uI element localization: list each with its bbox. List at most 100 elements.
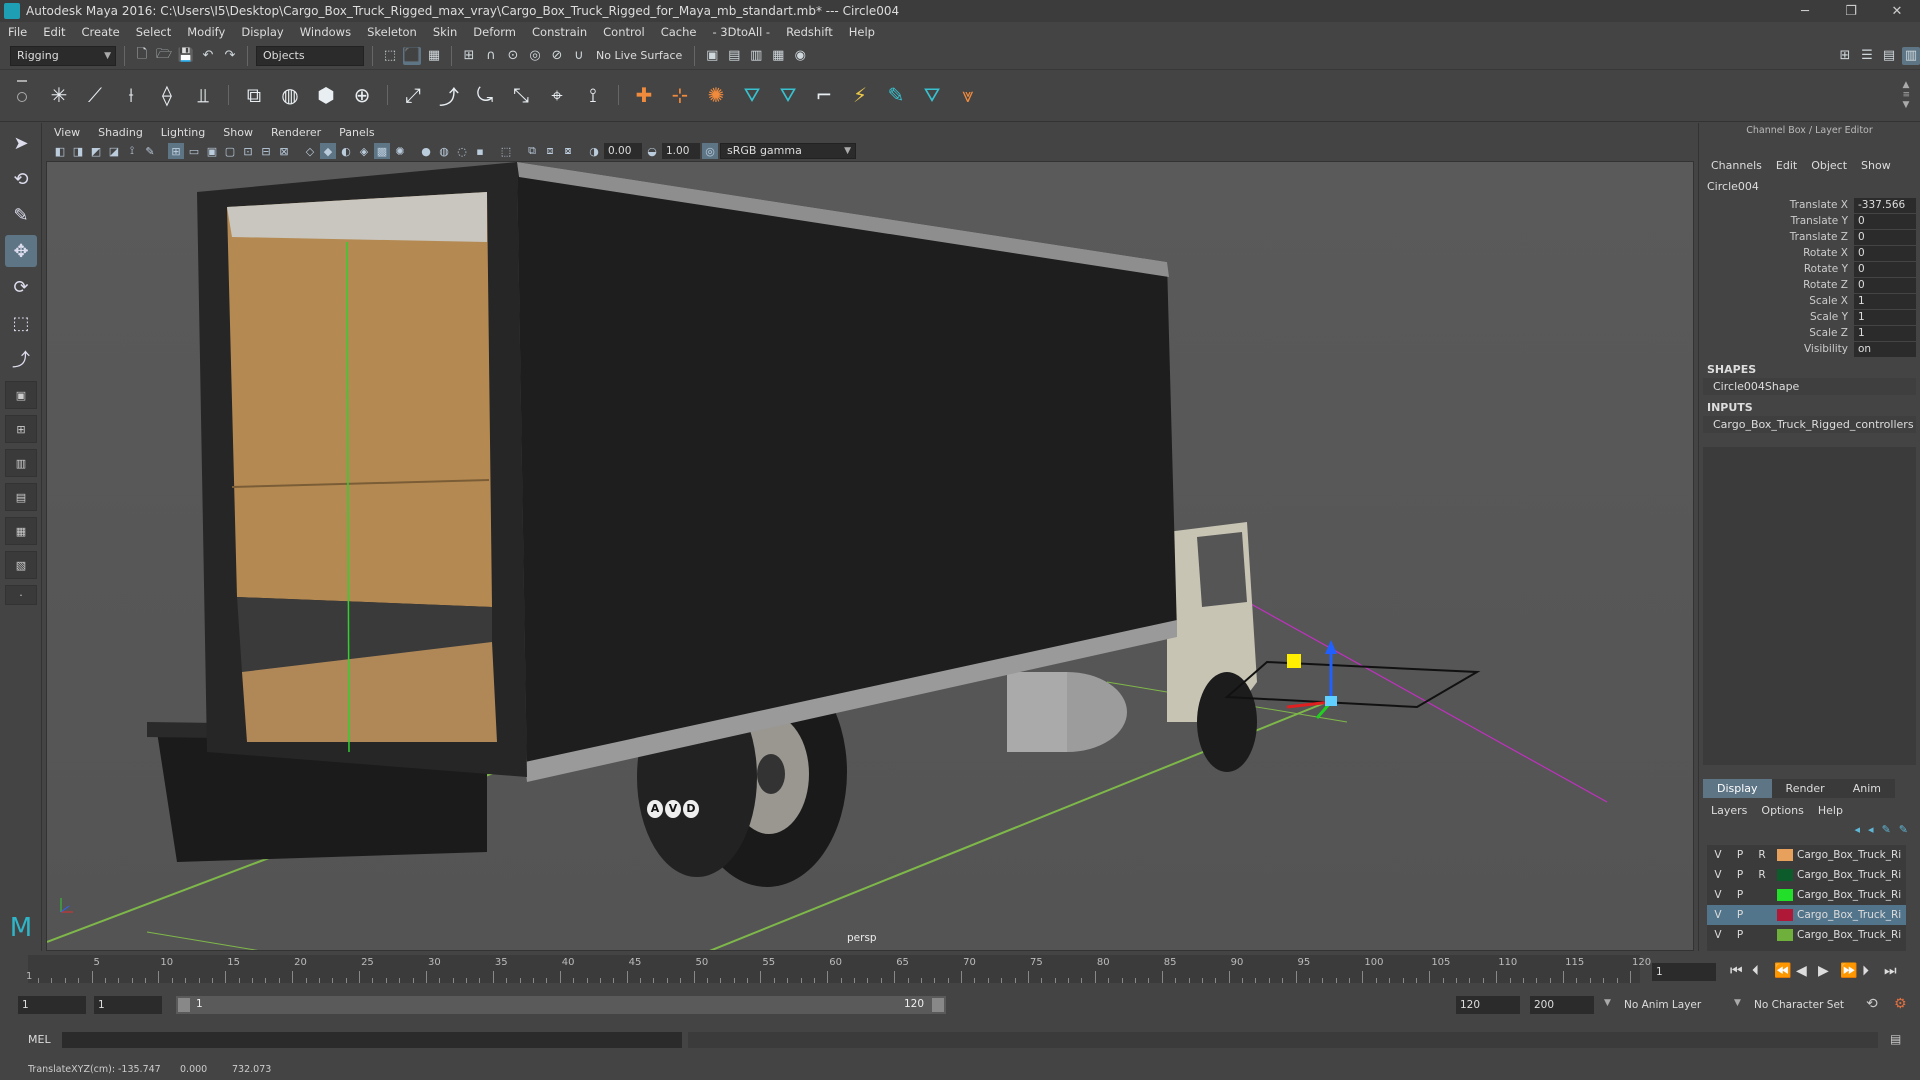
snap-grid-icon[interactable]: ⊞ xyxy=(460,47,478,65)
current-frame-field[interactable]: 1 xyxy=(1652,963,1716,981)
layer-row-selected[interactable]: V P Cargo_Box_Truck_Ri xyxy=(1707,905,1906,925)
modeling-toolkit-icon[interactable]: ⊞ xyxy=(1836,47,1854,65)
menuset-dropdown[interactable]: Rigging ▼ xyxy=(10,45,116,66)
wrap-deformer-icon[interactable]: ⩔ xyxy=(953,80,983,110)
attribute-value[interactable]: 0 xyxy=(1854,213,1916,229)
range-slider[interactable]: 1 120 xyxy=(176,996,946,1014)
layer-visibility-toggle[interactable]: V xyxy=(1707,909,1729,921)
layer-visibility-toggle[interactable]: V xyxy=(1707,849,1729,861)
menu-control[interactable]: Control xyxy=(595,25,653,39)
hik-character-icon[interactable]: ⛛ xyxy=(737,80,767,110)
menu-file[interactable]: File xyxy=(0,25,35,39)
attribute-row[interactable]: Rotate X 0 xyxy=(1699,245,1920,261)
exposure-field[interactable]: 0.00 xyxy=(604,143,642,159)
character-set-dropdown[interactable]: No Character Set xyxy=(1750,996,1862,1014)
scale-tool-icon[interactable]: ⬚ xyxy=(5,307,37,339)
menu-modify[interactable]: Modify xyxy=(179,25,233,39)
blank-shelf-icon[interactable]: ⌐ xyxy=(809,80,839,110)
layer-row[interactable]: V P R Cargo_Box_Truck_Ri xyxy=(1707,865,1906,885)
menu-help[interactable]: Help xyxy=(841,25,883,39)
blend-shape-icon[interactable]: ⚡ xyxy=(845,80,875,110)
mirror-joint-icon[interactable]: ⟠ xyxy=(152,80,182,110)
attribute-row[interactable]: Translate Z 0 xyxy=(1699,229,1920,245)
isolate-select-icon[interactable]: ⬚ xyxy=(498,143,514,159)
gamma-icon[interactable]: ◒ xyxy=(644,143,660,159)
cb-menu-channels[interactable]: Channels xyxy=(1711,159,1762,172)
bookmark-icon[interactable]: ◩ xyxy=(88,143,104,159)
hypershade-layout-icon[interactable]: ▦ xyxy=(5,517,37,545)
menu-redshift[interactable]: Redshift xyxy=(778,25,841,39)
safe-title-icon[interactable]: ⊠ xyxy=(276,143,292,159)
gear-icon[interactable] xyxy=(17,92,27,102)
layer-playback-toggle[interactable]: P xyxy=(1729,889,1751,901)
animation-preferences-icon[interactable]: ⚙ xyxy=(1894,996,1907,1012)
paint-select-icon[interactable]: ✎ xyxy=(5,199,37,231)
ipr-render-icon[interactable]: ▥ xyxy=(747,47,765,65)
rig-control-curve[interactable] xyxy=(1224,660,1481,709)
new-layer-selected-icon[interactable]: ✎ xyxy=(1899,823,1908,841)
persp-graph-layout-icon[interactable]: ▤ xyxy=(5,483,37,511)
menu-skeleton[interactable]: Skeleton xyxy=(359,25,425,39)
layer-visibility-toggle[interactable]: V xyxy=(1707,869,1729,881)
film-gate-icon[interactable]: ▭ xyxy=(186,143,202,159)
animation-start-field[interactable]: 1 xyxy=(18,996,86,1014)
render-settings-icon[interactable]: ▣ xyxy=(703,47,721,65)
cb-menu-show[interactable]: Show xyxy=(1861,159,1891,172)
custom-layout-icon[interactable]: ▧ xyxy=(5,551,37,579)
play-forwards-icon[interactable]: ▶ xyxy=(1818,963,1829,979)
layer-row[interactable]: V P R Cargo_Box_Truck_Ri xyxy=(1707,845,1906,865)
select-object-icon[interactable]: ⬛ xyxy=(403,46,421,65)
menu-windows[interactable]: Windows xyxy=(292,25,359,39)
perspective-viewport[interactable]: A V D persp xyxy=(46,161,1694,951)
render-view-icon[interactable]: ▦ xyxy=(769,47,787,65)
single-perspective-layout-icon[interactable]: ▣ xyxy=(5,381,37,409)
bind-skin-icon[interactable]: ⧉ xyxy=(239,80,269,110)
attribute-row[interactable]: Scale Z 1 xyxy=(1699,325,1920,341)
attribute-value[interactable]: 1 xyxy=(1854,325,1916,341)
vp-menu-show[interactable]: Show xyxy=(215,126,263,139)
menu-cache[interactable]: Cache xyxy=(653,25,705,39)
point-constraint-icon[interactable]: ⤴ xyxy=(434,80,464,110)
persp-outliner-layout-icon[interactable]: ▥ xyxy=(5,449,37,477)
live-surface-label[interactable]: No Live Surface xyxy=(592,49,686,62)
channel-box-toggle-icon[interactable]: ▥ xyxy=(1902,46,1920,65)
chevron-down-icon[interactable]: ▼ xyxy=(1734,998,1741,1008)
layer-playback-toggle[interactable]: P xyxy=(1729,869,1751,881)
connect-joint-icon[interactable]: ⊹ xyxy=(665,80,695,110)
chevron-down-icon[interactable]: ▼ xyxy=(1604,998,1611,1008)
close-button[interactable]: ✕ xyxy=(1874,4,1920,19)
lattice-icon[interactable]: ⬢ xyxy=(311,80,341,110)
attribute-row[interactable]: Scale X 1 xyxy=(1699,293,1920,309)
aim-constraint-icon[interactable]: ⌖ xyxy=(542,80,572,110)
new-scene-icon[interactable]: 🗋 xyxy=(133,47,151,65)
vp-menu-shading[interactable]: Shading xyxy=(90,126,153,139)
orient-joint-icon[interactable]: ⫫ xyxy=(188,80,218,110)
undo-icon[interactable]: ↶ xyxy=(199,47,217,65)
orient-constraint-icon[interactable]: ⤿ xyxy=(470,80,500,110)
layer-color-swatch[interactable] xyxy=(1777,929,1793,941)
tab-render[interactable]: Render xyxy=(1771,779,1839,798)
hik-control-icon[interactable]: ⛛ xyxy=(773,80,803,110)
shape-node[interactable]: Circle004Shape xyxy=(1703,378,1916,395)
select-hierarchy-icon[interactable]: ⬚ xyxy=(381,47,399,65)
attribute-row[interactable]: Translate X -337.566 xyxy=(1699,197,1920,213)
cb-menu-object[interactable]: Object xyxy=(1811,159,1847,172)
selected-control-marker[interactable] xyxy=(1287,654,1301,668)
range-end-handle[interactable] xyxy=(932,998,944,1012)
le-menu-help[interactable]: Help xyxy=(1818,804,1843,817)
joint-tool-icon[interactable]: ✳ xyxy=(44,80,74,110)
manipulator-x-axis[interactable] xyxy=(1286,700,1332,709)
tab-display[interactable]: Display xyxy=(1703,779,1772,798)
snap-view-icon[interactable]: ◎ xyxy=(526,47,544,65)
lasso-tool-icon[interactable]: ⟲ xyxy=(5,163,37,195)
field-chart-icon[interactable]: ⊡ xyxy=(240,143,256,159)
wireframe-on-shaded-icon[interactable]: ◈ xyxy=(356,143,372,159)
attribute-row[interactable]: Rotate Z 0 xyxy=(1699,277,1920,293)
save-scene-icon[interactable]: 💾 xyxy=(177,47,195,65)
script-language-label[interactable]: MEL xyxy=(28,1033,51,1046)
snap-surface-icon[interactable]: ⊘ xyxy=(548,47,566,65)
hypershade-icon[interactable]: ◉ xyxy=(791,47,809,65)
quick-rig-icon[interactable]: ✎ xyxy=(881,80,911,110)
menu-create[interactable]: Create xyxy=(74,25,128,39)
menu-edit[interactable]: Edit xyxy=(35,25,73,39)
